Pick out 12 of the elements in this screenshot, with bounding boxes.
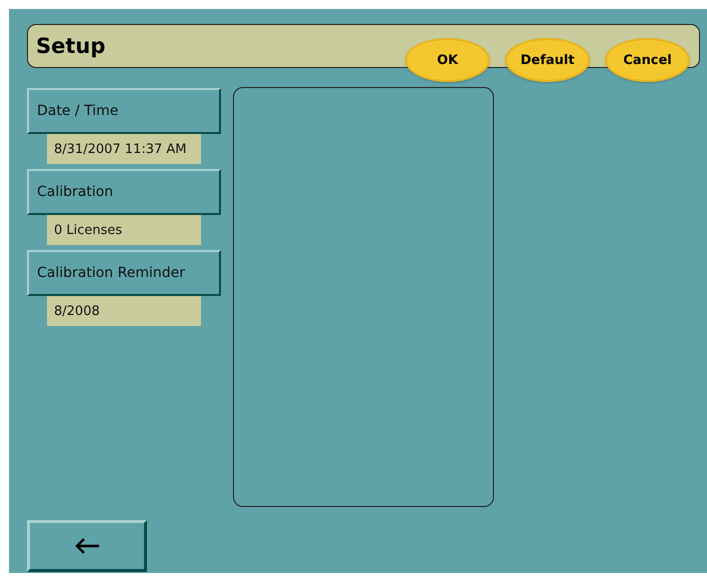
- setting-button[interactable]: Date / Time: [27, 88, 221, 134]
- setting-value: 8/2008: [47, 296, 201, 326]
- setting-button[interactable]: Calibration Reminder: [27, 250, 221, 296]
- setting-button[interactable]: Calibration: [27, 169, 221, 215]
- setting-value: 8/31/2007 11:37 AM: [47, 134, 201, 164]
- action-button[interactable]: Default: [505, 38, 590, 82]
- window-title: Setup: [36, 34, 106, 58]
- back-button[interactable]: [27, 520, 147, 572]
- setting-value: 0 Licenses: [47, 215, 201, 245]
- action-button[interactable]: OK: [405, 38, 490, 82]
- action-button[interactable]: Cancel: [605, 38, 690, 82]
- back-arrow-icon: [74, 537, 100, 555]
